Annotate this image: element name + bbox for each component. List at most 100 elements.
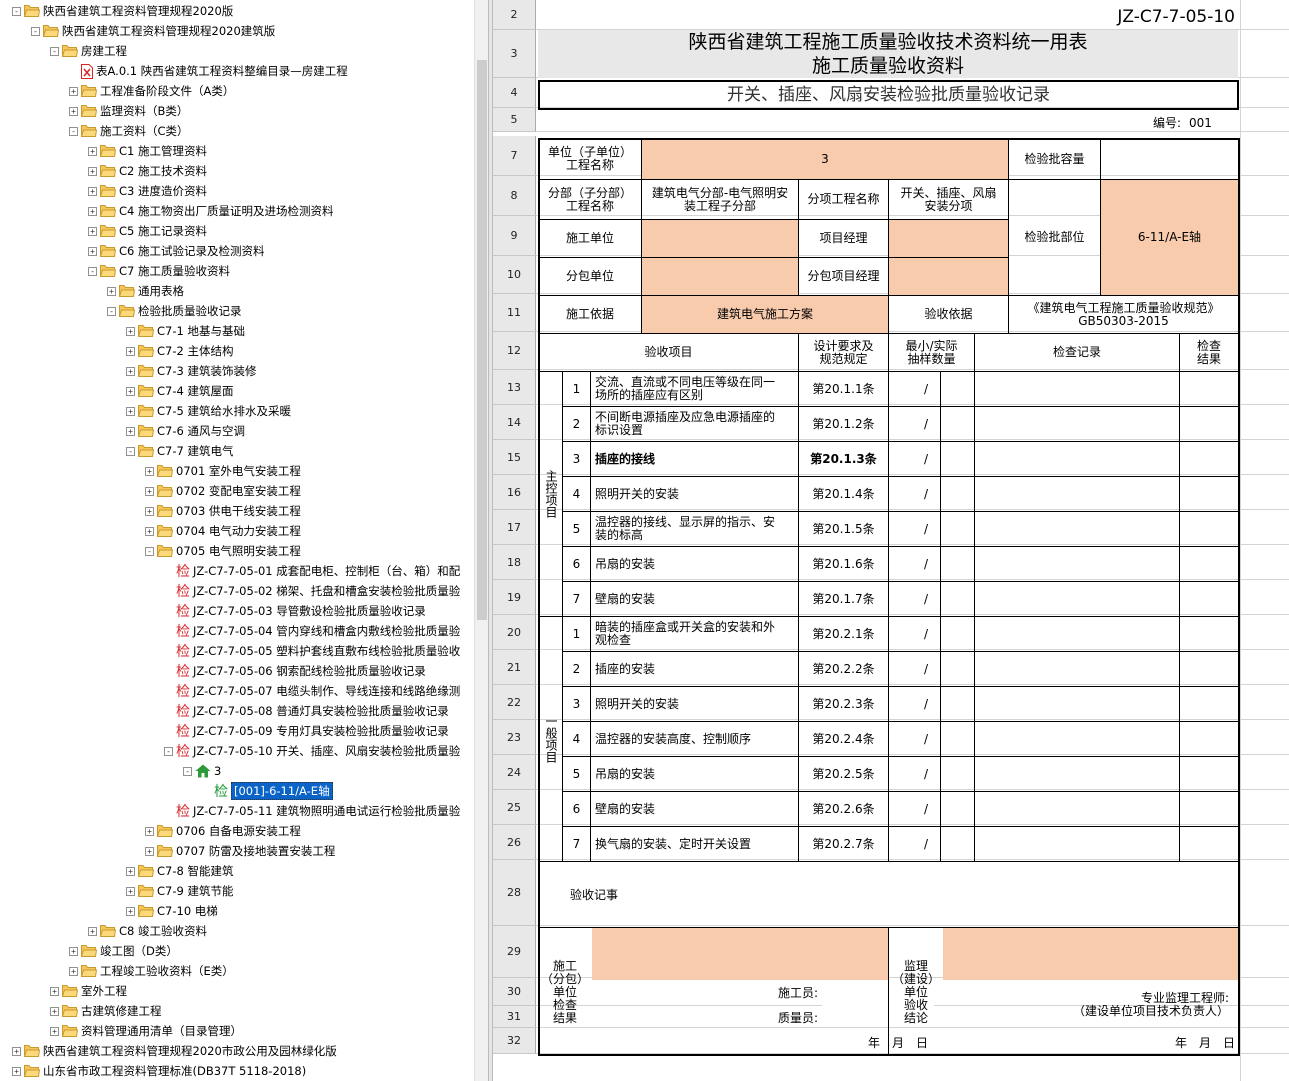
row-header[interactable]: 2 (493, 0, 536, 30)
tree-node[interactable]: + C7-9 建筑节能 (126, 881, 233, 901)
tree-node[interactable]: + 室外工程 (50, 981, 127, 1001)
expand-icon[interactable]: + (126, 886, 135, 896)
item-result[interactable] (1180, 757, 1239, 792)
item-record[interactable] (975, 792, 1180, 827)
collapse-icon[interactable]: - (69, 126, 78, 136)
tree-node[interactable]: + 古建筑修建工程 (50, 1001, 162, 1021)
expand-icon[interactable]: + (88, 206, 97, 216)
tree-node-label[interactable]: C3 进度造价资料 (119, 183, 207, 199)
expand-icon[interactable]: + (126, 426, 135, 436)
row-header[interactable]: 29 (493, 926, 536, 978)
tree-node[interactable]: +0703 供电干线安装工程 (145, 501, 301, 521)
item-sample-actual-value[interactable] (941, 792, 975, 827)
tree-node[interactable]: + 工程竣工验收资料（E类） (69, 961, 234, 981)
item-record[interactable] (975, 512, 1180, 547)
row-header[interactable]: 21 (493, 650, 536, 685)
row-header[interactable]: 25 (493, 790, 536, 825)
tree-node[interactable]: 检 [001]-6-11/A-E轴 (202, 781, 333, 801)
tree-node-label[interactable]: 0703 供电干线安装工程 (176, 503, 301, 519)
item-sample-actual-value[interactable] (941, 582, 975, 617)
tree-node[interactable]: + C8 竣工验收资料 (88, 921, 207, 941)
expand-icon[interactable]: + (126, 906, 135, 916)
item-record[interactable] (975, 547, 1180, 582)
collapse-icon[interactable]: - (107, 306, 116, 316)
row-header[interactable]: 13 (493, 370, 536, 405)
tree-node-label[interactable]: C7-5 建筑给水排水及采暖 (157, 403, 291, 419)
tree-node[interactable]: + C7-3 建筑装饰装修 (126, 361, 256, 381)
expand-icon[interactable]: + (145, 526, 154, 536)
supervisor-result-value[interactable] (943, 928, 1239, 980)
tree-node[interactable]: +0701 室外电气安装工程 (145, 461, 301, 481)
tree-node[interactable]: -3 (183, 761, 221, 781)
tree-node[interactable]: +0707 防雷及接地装置安装工程 (145, 841, 335, 861)
row-header[interactable]: 26 (493, 825, 536, 860)
collapse-icon[interactable]: - (31, 26, 40, 36)
tree-node[interactable]: + 陕西省建筑工程资料管理规程2020市政公用及园林绿化版 (12, 1041, 337, 1061)
item-sample-actual-value[interactable] (941, 687, 975, 722)
tree-node[interactable]: + C7-8 智能建筑 (126, 861, 233, 881)
item-result[interactable] (1180, 477, 1239, 512)
row-header[interactable]: 14 (493, 405, 536, 440)
tree-node-label[interactable]: 资料管理通用清单（目录管理） (81, 1023, 242, 1039)
project-tree[interactable]: - 陕西省建筑工程资料管理规程2020版 - 陕西省建筑工程资料管理规程2020建筑版… (0, 0, 474, 1081)
item-sample-actual-value[interactable] (941, 407, 975, 442)
row-header[interactable]: 10 (493, 256, 536, 294)
tree-node[interactable]: + C7-5 建筑给水排水及采暖 (126, 401, 291, 421)
tree-node[interactable]: + C3 进度造价资料 (88, 181, 207, 201)
tree-node-label[interactable]: C7 施工质量验收资料 (119, 263, 230, 279)
item-result[interactable] (1180, 512, 1239, 547)
expand-icon[interactable]: + (12, 1066, 21, 1076)
row-header[interactable]: 8 (493, 176, 536, 216)
tree-node-label[interactable]: 通用表格 (138, 283, 184, 299)
item-record[interactable] (975, 582, 1180, 617)
tree-node-label[interactable]: 竣工图（D类） (100, 943, 178, 959)
tree-node[interactable]: + C4 施工物资出厂质量证明及进场检测资料 (88, 201, 334, 221)
item-result[interactable] (1180, 617, 1239, 652)
tree-node[interactable]: + C7-1 地基与基础 (126, 321, 245, 341)
row-header[interactable]: 20 (493, 615, 536, 650)
tree-node[interactable]: - 检 JZ-C7-7-05-10 开关、插座、风扇安装检验批质量验 (164, 741, 460, 761)
expand-icon[interactable]: + (50, 986, 59, 996)
item-sample-actual-value[interactable] (941, 512, 975, 547)
expand-icon[interactable]: + (126, 406, 135, 416)
tree-node[interactable]: +0702 变配电室安装工程 (145, 481, 301, 501)
tree-node[interactable]: 表A.0.1 陕西省建筑工程资料整编目录—房建工程 (69, 61, 348, 81)
expand-icon[interactable]: + (88, 926, 97, 936)
expand-icon[interactable]: + (145, 466, 154, 476)
expand-icon[interactable]: + (12, 1046, 21, 1056)
item-result[interactable] (1180, 722, 1239, 757)
tree-node-label[interactable]: 检验批质量验收记录 (138, 303, 242, 319)
tree-node-label[interactable]: 0707 防雷及接地装置安装工程 (176, 843, 335, 859)
tree-node-label[interactable]: C7-4 建筑屋面 (157, 383, 233, 399)
tree-node[interactable]: +0704 电气动力安装工程 (145, 521, 301, 541)
row-header[interactable]: 28 (493, 860, 536, 926)
row-header[interactable]: 12 (493, 332, 536, 370)
item-sample-actual-value[interactable] (941, 442, 975, 477)
tree-node-label[interactable]: 0705 电气照明安装工程 (176, 543, 301, 559)
tree-node[interactable]: + C7-4 建筑屋面 (126, 381, 233, 401)
tree-node-label[interactable]: C7-10 电梯 (157, 903, 218, 919)
tree-node-label[interactable]: 陕西省建筑工程资料管理规程2020市政公用及园林绿化版 (43, 1043, 337, 1059)
tree-node-label[interactable]: 0706 自备电源安装工程 (176, 823, 301, 839)
tree-node-label[interactable]: C7-1 地基与基础 (157, 323, 245, 339)
tree-node[interactable]: - 陕西省建筑工程资料管理规程2020版 (12, 1, 233, 21)
tree-node[interactable]: 检 JZ-C7-7-05-02 梯架、托盘和槽盒安装检验批质量验 (164, 581, 460, 601)
tree-node[interactable]: 检 JZ-C7-7-05-03 导管敷设检验批质量验收记录 (164, 601, 426, 621)
expand-icon[interactable]: + (145, 826, 154, 836)
basis-value[interactable]: 建筑电气施工方案 (642, 296, 889, 334)
tree-node-label[interactable]: C7-2 主体结构 (157, 343, 233, 359)
tree-node-label[interactable]: 室外工程 (81, 983, 127, 999)
tree-node[interactable]: + C7-10 电梯 (126, 901, 218, 921)
tree-node-label[interactable]: C7-6 通风与空调 (157, 423, 245, 439)
item-record[interactable] (975, 722, 1180, 757)
pm-value[interactable] (889, 220, 1009, 258)
item-sample-actual-value[interactable] (941, 477, 975, 512)
row-header[interactable]: 3 (493, 30, 536, 78)
tree-node-label[interactable]: 施工资料（C类） (100, 123, 189, 139)
tree-node[interactable]: + C7-2 主体结构 (126, 341, 233, 361)
tree-node-label[interactable]: C6 施工试验记录及检测资料 (119, 243, 265, 259)
tree-node[interactable]: + 通用表格 (107, 281, 184, 301)
item-result[interactable] (1180, 407, 1239, 442)
expand-icon[interactable]: + (69, 966, 78, 976)
item-record[interactable] (975, 407, 1180, 442)
